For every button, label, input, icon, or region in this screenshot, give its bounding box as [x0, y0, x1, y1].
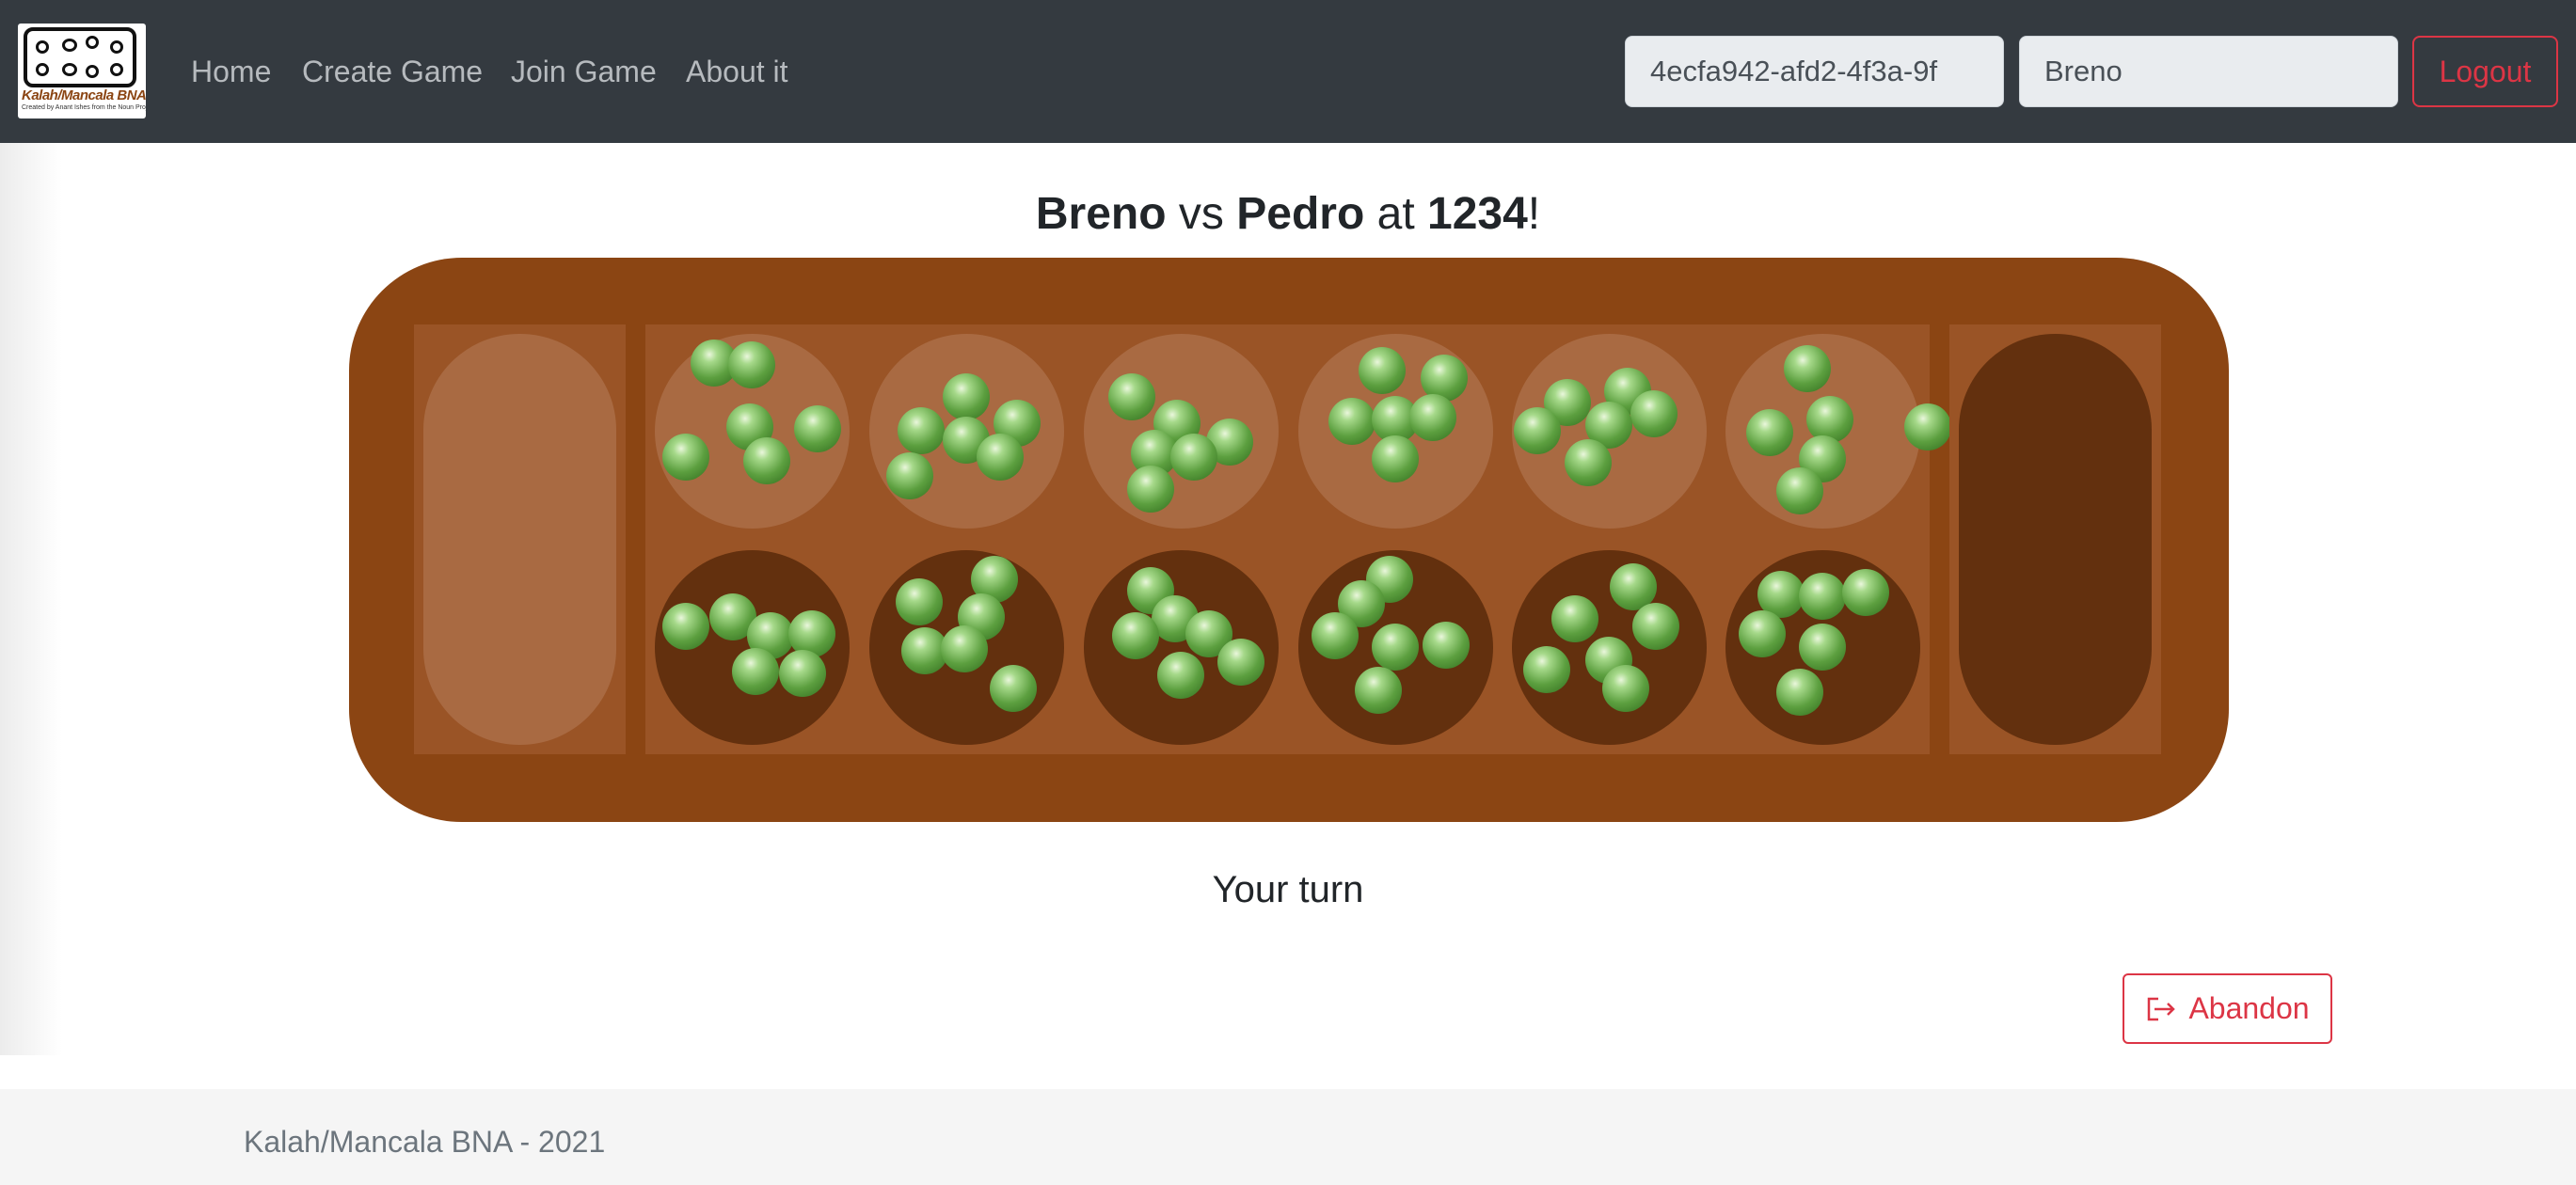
- seed: [1157, 652, 1204, 699]
- logo-title: Kalah/Mancala BNA: [22, 87, 146, 103]
- seed: [743, 437, 790, 484]
- player-name-field[interactable]: [2019, 36, 2398, 107]
- game-id-field[interactable]: [1625, 36, 2004, 107]
- footer-text: Kalah/Mancala BNA - 2021: [244, 1125, 606, 1159]
- seed: [1328, 398, 1375, 445]
- pit-bottom-2[interactable]: [869, 550, 1064, 745]
- pit-top-2[interactable]: [869, 334, 1064, 529]
- seed: [990, 665, 1037, 712]
- seed: [1904, 403, 1951, 450]
- vs-text: vs: [1178, 189, 1224, 239]
- nav-link-create-game[interactable]: Create Game: [302, 53, 483, 90]
- exclamation: !: [1527, 189, 1541, 239]
- store-left: [414, 324, 626, 754]
- seed: [1514, 407, 1561, 454]
- seed: [1799, 624, 1846, 671]
- seed: [1359, 347, 1406, 394]
- nav-link-about[interactable]: About it: [686, 53, 788, 90]
- nav-link-home[interactable]: Home: [191, 53, 271, 90]
- seed: [1602, 665, 1649, 712]
- seed: [1776, 467, 1823, 514]
- seed: [1217, 639, 1264, 686]
- seed: [1739, 610, 1786, 657]
- seed: [1372, 624, 1419, 671]
- seed: [977, 434, 1024, 481]
- pit-bottom-3[interactable]: [1084, 550, 1279, 745]
- game-heading: Breno vs Pedro at 1234!: [0, 184, 2576, 245]
- store-right-pit: [1959, 334, 2152, 745]
- seed: [1108, 373, 1155, 420]
- seed: [898, 407, 945, 454]
- seed: [1423, 622, 1470, 669]
- seed: [794, 405, 841, 452]
- at-text: at: [1376, 189, 1415, 239]
- logout-button[interactable]: Logout: [2412, 36, 2558, 107]
- seed: [1127, 466, 1174, 513]
- mancala-board: [349, 258, 2229, 822]
- footer: Kalah/Mancala BNA - 2021: [0, 1089, 2576, 1185]
- pit-top-3[interactable]: [1084, 334, 1279, 529]
- store-left-pit: [423, 334, 616, 745]
- pit-bottom-4[interactable]: [1298, 550, 1493, 745]
- seed: [779, 650, 826, 697]
- seed: [1784, 345, 1831, 392]
- nav-link-join-game[interactable]: Join Game: [511, 53, 657, 90]
- navbar: Kalah/Mancala BNA Created by Anant Ishes…: [0, 0, 2576, 143]
- turn-status: Your turn: [1212, 869, 1364, 910]
- seed: [1551, 595, 1598, 642]
- seed: [1565, 439, 1612, 486]
- store-right: [1949, 324, 2161, 754]
- logo-subtitle: Created by Anant Ishes from the Noun Pro…: [22, 104, 146, 111]
- pit-area: [645, 324, 1951, 754]
- abandon-button[interactable]: Abandon: [2123, 973, 2332, 1044]
- seed: [1355, 667, 1402, 714]
- seed: [1776, 669, 1823, 716]
- seed: [1746, 409, 1793, 456]
- pit-bottom-1[interactable]: [655, 550, 850, 745]
- seed: [1523, 646, 1570, 693]
- seed: [1632, 603, 1679, 650]
- seed: [1170, 434, 1217, 481]
- seed: [1112, 612, 1159, 659]
- pit-bottom-6[interactable]: [1725, 550, 1920, 745]
- pit-top-1[interactable]: [655, 334, 850, 529]
- seed: [1372, 435, 1419, 482]
- seed: [662, 603, 709, 650]
- abandon-label: Abandon: [2188, 991, 2310, 1025]
- mancala-board-icon: [24, 27, 136, 87]
- seed: [1409, 394, 1456, 441]
- seed: [1312, 612, 1359, 659]
- pit-top-6[interactable]: [1725, 334, 1951, 529]
- seed: [1842, 569, 1889, 616]
- player2-name: Pedro: [1236, 189, 1365, 239]
- pit-top-5[interactable]: [1512, 334, 1707, 529]
- pit-bottom-5[interactable]: [1512, 550, 1707, 745]
- seed: [732, 648, 779, 695]
- seed: [1799, 573, 1846, 620]
- seed: [896, 578, 943, 625]
- logo[interactable]: Kalah/Mancala BNA Created by Anant Ishes…: [18, 24, 146, 118]
- seed: [662, 434, 709, 481]
- sign-out-icon: [2148, 997, 2176, 1020]
- seed: [1630, 390, 1678, 437]
- seed: [886, 452, 933, 499]
- seed: [941, 625, 988, 672]
- room-number: 1234: [1427, 189, 1528, 239]
- pit-top-4[interactable]: [1298, 334, 1493, 529]
- seed: [728, 341, 775, 388]
- page-edge-shadow: [0, 143, 62, 1055]
- player1-name: Breno: [1035, 189, 1167, 239]
- seed: [943, 373, 990, 420]
